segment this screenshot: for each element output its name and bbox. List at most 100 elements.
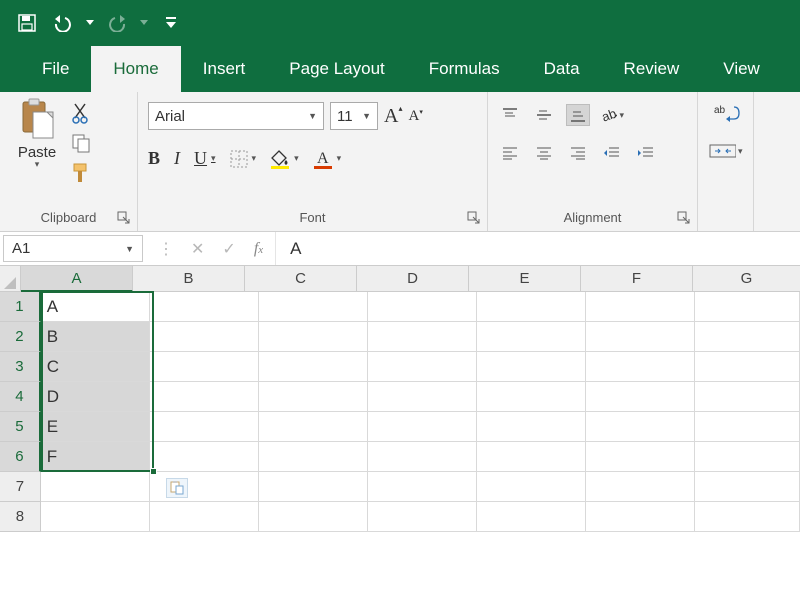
cell-E5[interactable] <box>477 412 586 442</box>
tab-file[interactable]: File <box>20 46 91 92</box>
row-header-4[interactable]: 4 <box>0 382 41 412</box>
cell-F8[interactable] <box>586 502 695 532</box>
select-all-corner[interactable] <box>0 266 21 292</box>
cell-D6[interactable] <box>368 442 477 472</box>
column-header-D[interactable]: D <box>357 266 469 292</box>
redo-button[interactable] <box>102 8 132 38</box>
paste-dropdown-icon[interactable]: ▾ <box>35 159 40 170</box>
align-middle-button[interactable] <box>532 104 556 126</box>
cell-G2[interactable] <box>695 322 800 352</box>
cell-F4[interactable] <box>586 382 695 412</box>
cell-G7[interactable] <box>695 472 800 502</box>
cell-D5[interactable] <box>368 412 477 442</box>
enter-icon[interactable]: ✓ <box>222 239 235 259</box>
tab-data[interactable]: Data <box>522 46 602 92</box>
name-box[interactable]: A1 ▼ <box>3 235 143 262</box>
cell-F6[interactable] <box>586 442 695 472</box>
paste-options-button[interactable] <box>166 478 188 498</box>
cell-F2[interactable] <box>586 322 695 352</box>
cell-C7[interactable] <box>259 472 368 502</box>
cell-E2[interactable] <box>477 322 586 352</box>
formula-input[interactable]: A <box>276 232 800 265</box>
decrease-font-button[interactable]: A▾ <box>408 108 422 125</box>
cell-G4[interactable] <box>695 382 800 412</box>
cell-D1[interactable] <box>368 292 477 322</box>
font-launcher[interactable] <box>467 211 481 225</box>
cell-E6[interactable] <box>477 442 586 472</box>
column-header-F[interactable]: F <box>581 266 693 292</box>
fx-icon[interactable]: fx <box>254 240 263 258</box>
column-header-E[interactable]: E <box>469 266 581 292</box>
copy-button[interactable] <box>70 132 92 154</box>
cell-A7[interactable] <box>41 472 150 502</box>
cell-D3[interactable] <box>368 352 477 382</box>
clipboard-launcher[interactable] <box>117 211 131 225</box>
cell-B8[interactable] <box>150 502 259 532</box>
cell-G8[interactable] <box>695 502 800 532</box>
cell-D7[interactable] <box>368 472 477 502</box>
tab-home[interactable]: Home <box>91 46 180 92</box>
cell-C1[interactable] <box>259 292 368 322</box>
row-header-6[interactable]: 6 <box>0 442 41 472</box>
column-header-G[interactable]: G <box>693 266 800 292</box>
cell-F3[interactable] <box>586 352 695 382</box>
format-painter-button[interactable] <box>70 162 92 184</box>
column-header-C[interactable]: C <box>245 266 357 292</box>
cell-E1[interactable] <box>477 292 586 322</box>
underline-button[interactable]: U▾ <box>194 148 216 169</box>
undo-button[interactable] <box>48 8 78 38</box>
align-left-button[interactable] <box>498 142 522 164</box>
align-top-button[interactable] <box>498 104 522 126</box>
row-header-1[interactable]: 1 <box>0 292 41 322</box>
cell-B5[interactable] <box>150 412 259 442</box>
cell-A8[interactable] <box>41 502 150 532</box>
cell-A5[interactable]: E <box>41 412 150 442</box>
cell-C5[interactable] <box>259 412 368 442</box>
tab-view[interactable]: View <box>701 46 782 92</box>
cell-F7[interactable] <box>586 472 695 502</box>
cut-button[interactable] <box>70 102 92 124</box>
cell-E4[interactable] <box>477 382 586 412</box>
bold-button[interactable]: B <box>148 148 160 169</box>
wrap-text-button[interactable]: ab <box>709 102 743 124</box>
cell-B3[interactable] <box>150 352 259 382</box>
column-header-B[interactable]: B <box>133 266 245 292</box>
orientation-button[interactable]: ab▾ <box>600 104 624 126</box>
undo-dropdown[interactable] <box>84 8 96 38</box>
align-bottom-button[interactable] <box>566 104 590 126</box>
cancel-icon[interactable]: ✕ <box>191 239 204 259</box>
cell-F5[interactable] <box>586 412 695 442</box>
font-color-button[interactable]: A▾ <box>313 149 342 169</box>
row-header-2[interactable]: 2 <box>0 322 41 352</box>
cell-D4[interactable] <box>368 382 477 412</box>
cell-G6[interactable] <box>695 442 800 472</box>
cell-D8[interactable] <box>368 502 477 532</box>
row-header-3[interactable]: 3 <box>0 352 41 382</box>
tab-page-layout[interactable]: Page Layout <box>267 46 406 92</box>
tab-review[interactable]: Review <box>602 46 702 92</box>
row-header-7[interactable]: 7 <box>0 472 41 502</box>
cell-A3[interactable]: C <box>41 352 150 382</box>
cell-B6[interactable] <box>150 442 259 472</box>
customize-qat-button[interactable] <box>156 8 186 38</box>
cell-A2[interactable]: B <box>41 322 150 352</box>
cell-C8[interactable] <box>259 502 368 532</box>
align-right-button[interactable] <box>566 142 590 164</box>
increase-font-button[interactable]: A▴ <box>384 105 402 128</box>
cell-C3[interactable] <box>259 352 368 382</box>
spreadsheet-grid[interactable]: ABCDEFG 1A2B3C4D5E6F78 <box>0 266 800 532</box>
decrease-indent-button[interactable] <box>600 142 624 164</box>
fill-color-button[interactable]: ▾ <box>270 149 299 169</box>
cell-C2[interactable] <box>259 322 368 352</box>
align-center-button[interactable] <box>532 142 556 164</box>
cell-B1[interactable] <box>150 292 259 322</box>
column-header-A[interactable]: A <box>21 266 133 292</box>
cell-C6[interactable] <box>259 442 368 472</box>
merge-button[interactable]: ▾ <box>709 140 743 162</box>
redo-dropdown[interactable] <box>138 8 150 38</box>
cell-G3[interactable] <box>695 352 800 382</box>
alignment-launcher[interactable] <box>677 211 691 225</box>
save-button[interactable] <box>12 8 42 38</box>
expand-formula-icon[interactable]: ⋮ <box>158 239 173 259</box>
tab-insert[interactable]: Insert <box>181 46 268 92</box>
